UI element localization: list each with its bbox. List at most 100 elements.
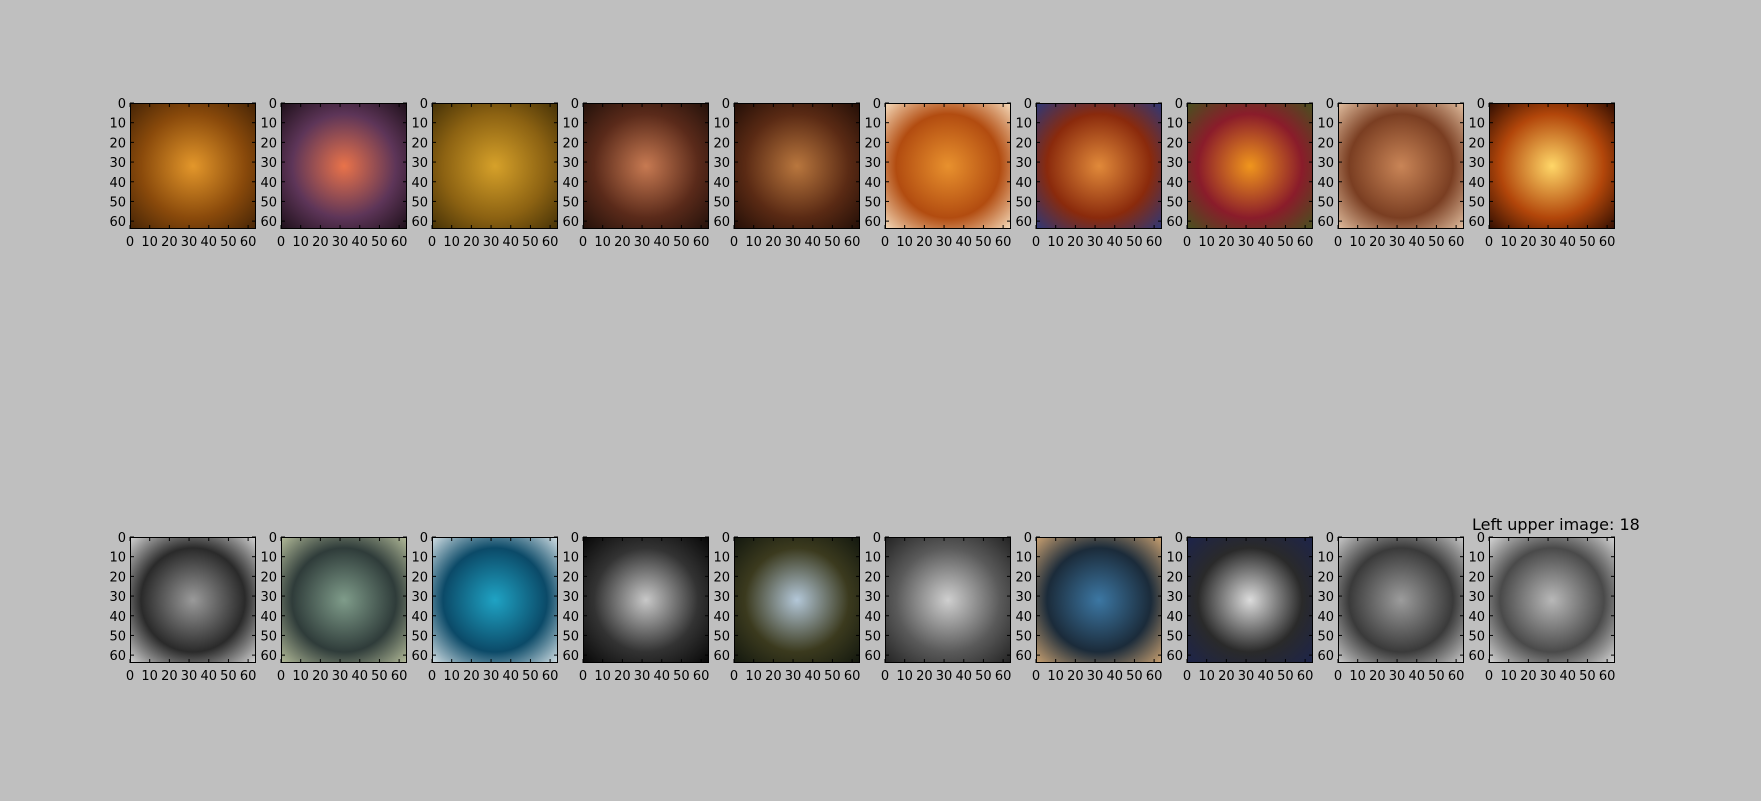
x-tick-label: 0 <box>428 235 436 250</box>
x-tick-label: 50 <box>522 235 539 250</box>
y-tick-label: 40 <box>411 176 428 191</box>
y-tick-label: 0 <box>722 97 730 112</box>
y-tick-label: 30 <box>411 156 428 171</box>
x-tick-label: 40 <box>653 669 670 684</box>
y-tick-label: 20 <box>1166 136 1183 151</box>
x-tick-label: 50 <box>673 235 690 250</box>
x-tick-label: 10 <box>1349 235 1366 250</box>
x-tick-label: 20 <box>614 235 631 250</box>
y-tick-label: 20 <box>864 570 881 585</box>
y-tick-label: 30 <box>713 590 730 605</box>
x-tick-label: 60 <box>1146 669 1163 684</box>
x-tick-label: 30 <box>332 235 349 250</box>
image-panel: 0 10 20 30 40 50 600102030405060 <box>864 97 1011 250</box>
image-thumbnail <box>583 537 709 663</box>
image-panel: 0 10 20 30 40 50 600102030405060 <box>411 531 558 684</box>
image-thumbnail <box>885 103 1011 229</box>
y-tick-label: 50 <box>260 195 277 210</box>
y-tick-label: 20 <box>109 136 126 151</box>
y-tick-label: 10 <box>109 551 126 566</box>
y-tick-label: 0 <box>1175 97 1183 112</box>
image-thumbnail <box>281 103 407 229</box>
x-tick-label: 50 <box>220 235 237 250</box>
x-tick-label: 20 <box>1369 235 1386 250</box>
x-tick-label: 50 <box>1126 669 1143 684</box>
image-thumbnail <box>1489 537 1615 663</box>
x-tick-label: 20 <box>161 235 178 250</box>
y-tick-label: 20 <box>411 570 428 585</box>
y-tick-label: 50 <box>713 629 730 644</box>
y-tick-label: 60 <box>109 215 126 230</box>
image-thumbnail <box>1338 537 1464 663</box>
x-tick-label: 0 <box>1032 669 1040 684</box>
image-grid-figure: 0 10 20 30 40 50 6001020304050600 10 20 30 40 50 600… <box>109 97 1616 684</box>
y-tick-label: 0 <box>1024 531 1032 546</box>
image-panel: 0 10 20 30 40 50 600102030405060 <box>260 97 407 250</box>
image-panel: 0 10 20 30 40 50 600102030405060 <box>109 97 256 250</box>
x-tick-label: 40 <box>955 235 972 250</box>
y-tick-label: 20 <box>1015 136 1032 151</box>
image-panel: 0 10 20 30 40 50 600102030405060 <box>1166 531 1313 684</box>
x-tick-label: 40 <box>804 235 821 250</box>
x-tick-label: 30 <box>332 669 349 684</box>
x-tick-label: 20 <box>1067 669 1084 684</box>
y-tick-label: 10 <box>411 551 428 566</box>
x-tick-label: 0 <box>1485 669 1493 684</box>
x-tick-label: 20 <box>614 669 631 684</box>
caption-label: Left upper image: 18 <box>1472 515 1640 534</box>
image-panel: 0 10 20 30 40 50 600102030405060 <box>1317 531 1464 684</box>
y-tick-label: 30 <box>411 590 428 605</box>
x-tick-label: 0 <box>730 235 738 250</box>
y-tick-label: 10 <box>1317 551 1334 566</box>
y-tick-label: 30 <box>1317 156 1334 171</box>
x-tick-label: 10 <box>443 235 460 250</box>
x-tick-label: 50 <box>975 235 992 250</box>
image-thumbnail <box>130 537 256 663</box>
y-tick-label: 20 <box>1015 570 1032 585</box>
y-tick-label: 0 <box>1477 97 1485 112</box>
x-tick-label: 10 <box>594 235 611 250</box>
image-panel: 0 10 20 30 40 50 600102030405060 <box>1015 531 1162 684</box>
y-tick-label: 50 <box>109 195 126 210</box>
x-tick-label: 50 <box>522 669 539 684</box>
x-tick-label: 10 <box>1500 669 1517 684</box>
y-tick-label: 60 <box>864 215 881 230</box>
x-tick-label: 20 <box>463 669 480 684</box>
y-tick-label: 0 <box>1175 531 1183 546</box>
x-tick-label: 60 <box>844 235 861 250</box>
y-tick-label: 50 <box>1166 629 1183 644</box>
image-thumbnail <box>432 103 558 229</box>
y-tick-label: 0 <box>873 97 881 112</box>
y-tick-label: 60 <box>1015 649 1032 664</box>
image-panel: 0 10 20 30 40 50 600102030405060 <box>713 97 860 250</box>
image-panel: 0 10 20 30 40 50 600102030405060 <box>1468 97 1615 250</box>
y-tick-label: 30 <box>864 156 881 171</box>
y-tick-label: 10 <box>1468 551 1485 566</box>
y-tick-label: 40 <box>1015 610 1032 625</box>
x-tick-label: 0 <box>428 669 436 684</box>
x-tick-label: 0 <box>1183 669 1191 684</box>
y-tick-label: 30 <box>1166 590 1183 605</box>
x-tick-label: 0 <box>126 235 134 250</box>
y-tick-label: 60 <box>864 649 881 664</box>
y-tick-label: 0 <box>420 97 428 112</box>
x-tick-label: 60 <box>542 669 559 684</box>
y-tick-label: 50 <box>864 195 881 210</box>
x-tick-label: 10 <box>1047 669 1064 684</box>
y-tick-label: 40 <box>1166 610 1183 625</box>
y-tick-label: 40 <box>1468 610 1485 625</box>
x-tick-label: 20 <box>1067 235 1084 250</box>
y-tick-label: 30 <box>1317 590 1334 605</box>
image-thumbnail <box>583 103 709 229</box>
x-tick-label: 10 <box>1500 235 1517 250</box>
x-tick-label: 60 <box>1297 669 1314 684</box>
y-tick-label: 10 <box>109 117 126 132</box>
x-tick-label: 40 <box>351 669 368 684</box>
x-tick-label: 60 <box>1599 669 1616 684</box>
x-tick-label: 10 <box>1047 235 1064 250</box>
x-tick-label: 30 <box>1238 669 1255 684</box>
x-tick-label: 20 <box>1218 235 1235 250</box>
x-tick-label: 0 <box>277 235 285 250</box>
y-tick-label: 50 <box>1317 195 1334 210</box>
y-tick-label: 10 <box>1015 551 1032 566</box>
